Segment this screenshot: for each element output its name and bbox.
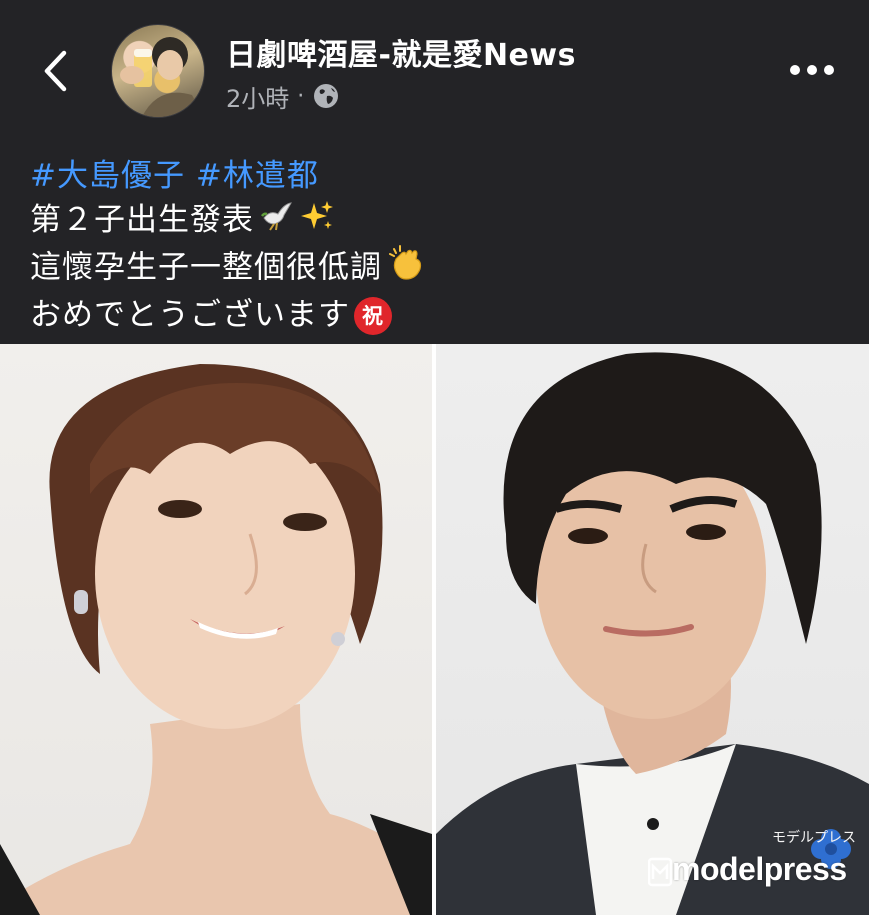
- sparkles-emoji: [300, 199, 334, 245]
- modelpress-logo-icon: [648, 857, 672, 887]
- more-horizontal-icon: [790, 65, 834, 75]
- photo-left-woman: [0, 344, 432, 915]
- caption-text: おめでとうございます: [30, 296, 350, 333]
- page-avatar[interactable]: [111, 24, 205, 118]
- caption-line: おめでとうございます祝: [30, 293, 850, 337]
- page-name[interactable]: 日劇啤酒屋-就是愛News: [226, 30, 576, 74]
- meta-separator: ·: [297, 83, 305, 109]
- back-button[interactable]: [30, 44, 80, 98]
- dove-emoji: [260, 200, 294, 244]
- avatar-image: [120, 37, 204, 117]
- hashtag-link[interactable]: #大島優子: [30, 158, 185, 194]
- watermark-main-text: modelpress: [672, 851, 847, 887]
- chevron-left-icon: [44, 50, 67, 92]
- caption-text: 這懷孕生子一整個很低調: [30, 249, 382, 285]
- clapping-hands-emoji: [388, 244, 428, 293]
- photo-watermark: モデルプレス modelpress: [648, 827, 862, 907]
- post-caption: #大島優子 #林遣都 第２子出生發表 這懷孕生子一整個很低調 おめでとうございま…: [30, 154, 850, 337]
- post-header: 日劇啤酒屋-就是愛News 2小時 ·: [0, 0, 869, 140]
- caption-text: 第２子出生發表: [30, 202, 254, 238]
- hashtag-line: #大島優子 #林遣都: [30, 154, 850, 198]
- watermark-small-text: モデルプレス: [772, 829, 856, 845]
- caption-line: 第２子出生發表: [30, 198, 850, 245]
- more-options-button[interactable]: [784, 48, 840, 92]
- congratulations-badge: 祝: [354, 297, 392, 335]
- post-meta: 2小時 ·: [226, 79, 340, 114]
- globe-icon: [312, 82, 340, 110]
- hashtag-link[interactable]: #林遣都: [196, 158, 319, 194]
- caption-line: 這懷孕生子一整個很低調: [30, 244, 850, 293]
- post-time[interactable]: 2小時: [226, 79, 289, 114]
